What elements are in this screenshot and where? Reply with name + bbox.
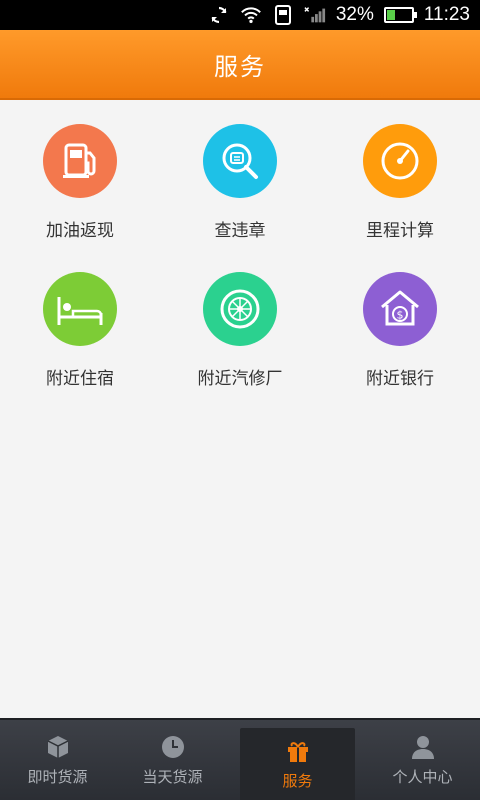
signal-icon	[304, 4, 326, 26]
service-nearby-bank[interactable]: $ 附近银行	[320, 248, 480, 396]
sync-icon	[208, 4, 230, 26]
gauge-icon	[363, 124, 437, 198]
nav-profile[interactable]: 个人中心	[365, 720, 480, 800]
bank-icon: $	[363, 272, 437, 346]
service-label: 附近住宿	[46, 369, 114, 389]
page-title: 服务	[214, 52, 266, 81]
sim-card-icon	[272, 4, 294, 26]
nav-label: 即时货源	[27, 767, 88, 786]
nav-services[interactable]: 服务	[240, 728, 355, 800]
wifi-icon	[240, 4, 262, 26]
service-nearby-repair[interactable]: 附近汽修厂	[160, 248, 320, 396]
status-bar: 32% 11:23	[0, 0, 480, 30]
nav-today-cargo[interactable]: 当天货源	[115, 720, 230, 800]
fuel-pump-icon	[43, 124, 117, 198]
battery-icon	[383, 7, 417, 23]
service-label: 附近汽修厂	[197, 369, 283, 389]
clock-time: 11:23	[423, 4, 470, 25]
gift-icon	[285, 738, 311, 764]
box-icon	[45, 734, 71, 760]
person-icon	[410, 734, 436, 760]
clock-icon	[160, 734, 186, 760]
title-bar: 服务	[0, 30, 480, 100]
service-nearby-lodging[interactable]: 附近住宿	[0, 248, 160, 396]
nav-label: 个人中心	[392, 767, 453, 786]
search-icon	[203, 124, 277, 198]
battery-percent: 32%	[335, 4, 374, 25]
nav-label: 服务	[282, 771, 313, 790]
service-label: 里程计算	[366, 221, 434, 241]
services-grid: 加油返现 查违章 里程计算 附近住宿 附近汽修厂 $ 附近银行	[0, 100, 480, 396]
service-label: 加油返现	[46, 221, 114, 241]
nav-label: 当天货源	[142, 767, 203, 786]
bottom-navigation: 即时货源 当天货源 服务 个人中心	[0, 718, 480, 800]
service-mileage-calc[interactable]: 里程计算	[320, 100, 480, 248]
service-violation-check[interactable]: 查违章	[160, 100, 320, 248]
bed-icon	[43, 272, 117, 346]
tire-icon	[203, 272, 277, 346]
nav-instant-cargo[interactable]: 即时货源	[0, 720, 115, 800]
service-label: 查违章	[214, 221, 266, 241]
svg-text:$: $	[397, 309, 404, 322]
service-label: 附近银行	[366, 369, 434, 389]
service-fuel-cashback[interactable]: 加油返现	[0, 100, 160, 248]
